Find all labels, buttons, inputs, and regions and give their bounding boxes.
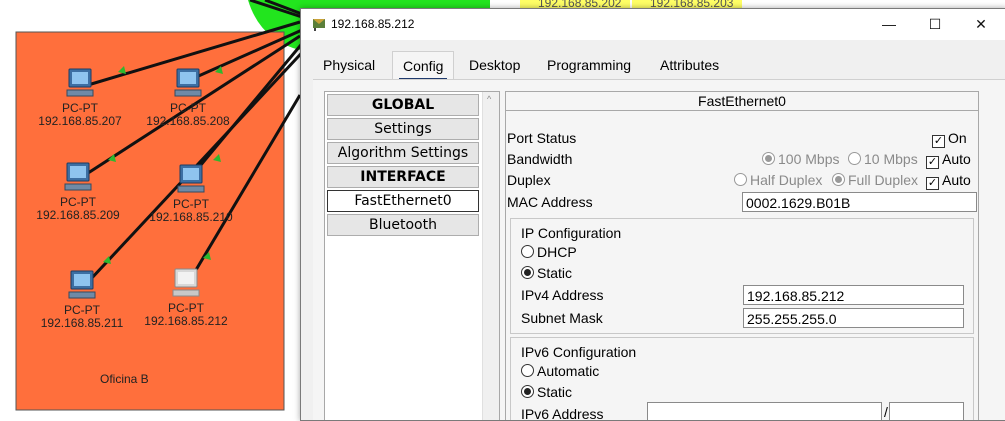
pc-icon	[68, 270, 96, 299]
checkbox-checked-icon: ✓	[926, 156, 939, 169]
duplex-auto-checkbox[interactable]: ✓ Auto	[926, 172, 971, 190]
bandwidth-auto-checkbox[interactable]: ✓ Auto	[926, 151, 971, 169]
pc-ip: 192.168.85.211	[40, 316, 124, 330]
pc-node[interactable]: PC-PT 192.168.85.207	[25, 68, 135, 128]
bandwidth-100-radio[interactable]: 100 Mbps	[762, 151, 839, 167]
menu-scrollbar[interactable]: ^	[482, 92, 499, 420]
ipv6-automatic-label: Automatic	[537, 363, 600, 379]
duplex-label: Duplex	[507, 172, 551, 188]
pc-node[interactable]: PC-PT 192.168.85.208	[133, 68, 243, 128]
maximize-button[interactable]: ☐	[912, 9, 958, 40]
radio-selected-icon	[521, 385, 534, 398]
menu-header-global: GLOBAL	[327, 94, 479, 116]
port-on-checkbox[interactable]: ✓ On	[932, 130, 967, 148]
tab-attributes[interactable]: Attributes	[650, 51, 730, 79]
minimize-button[interactable]: —	[866, 9, 912, 40]
radio-icon	[521, 245, 534, 258]
bandwidth-10-label: 10 Mbps	[864, 151, 918, 167]
full-duplex-radio[interactable]: Full Duplex	[832, 172, 918, 188]
scroll-up-icon[interactable]: ^	[487, 94, 491, 104]
subnet-mask-field[interactable]: 255.255.255.0	[743, 308, 964, 328]
radio-selected-icon	[521, 266, 534, 279]
pc-ip: 192.168.85.207	[38, 114, 122, 128]
mac-address-label: MAC Address	[507, 194, 593, 210]
checkbox-checked-icon: ✓	[926, 177, 939, 190]
office-label: Oficina B	[100, 372, 149, 386]
ipv6-automatic-radio[interactable]: Automatic	[521, 363, 599, 379]
config-menu: GLOBAL Settings Algorithm Settings INTER…	[324, 91, 500, 420]
pc-icon	[174, 68, 202, 97]
ip-configuration-group: IP Configuration DHCP Static IPv4 Addres…	[510, 218, 974, 334]
bandwidth-100-label: 100 Mbps	[778, 151, 840, 167]
static-label: Static	[537, 265, 573, 281]
pc-icon	[64, 162, 92, 191]
duplex-auto-label: Auto	[942, 172, 971, 188]
static-radio[interactable]: Static	[521, 265, 572, 281]
tab-physical[interactable]: Physical	[313, 51, 386, 79]
ipv4-address-field[interactable]: 192.168.85.212	[743, 285, 964, 305]
pc-ip: 192.168.85.212	[144, 314, 228, 328]
half-duplex-radio[interactable]: Half Duplex	[734, 172, 822, 188]
bandwidth-label: Bandwidth	[507, 151, 573, 167]
radio-icon	[734, 173, 747, 186]
subnet-mask-label: Subnet Mask	[521, 310, 603, 326]
bandwidth-auto-label: Auto	[942, 151, 971, 167]
pc-icon	[177, 164, 205, 193]
window-title: 192.168.85.212	[331, 17, 415, 31]
radio-icon	[832, 173, 845, 186]
pc-ip: 192.168.85.209	[36, 208, 120, 222]
port-on-label: On	[948, 130, 967, 146]
tab-desktop[interactable]: Desktop	[459, 51, 531, 79]
radio-icon	[762, 152, 775, 165]
tab-config[interactable]: Config	[392, 51, 455, 81]
ip-configuration-label: IP Configuration	[521, 225, 622, 241]
port-status-label: Port Status	[507, 130, 577, 146]
dhcp-label: DHCP	[537, 244, 577, 260]
interface-panel: FastEthernet0 Port Status ✓ On Bandwidth …	[505, 91, 979, 420]
ipv6-address-field[interactable]	[647, 402, 882, 420]
dhcp-radio[interactable]: DHCP	[521, 244, 577, 260]
pc-node-selected[interactable]: PC-PT 192.168.85.212	[131, 268, 241, 328]
menu-item-bluetooth[interactable]: Bluetooth	[327, 214, 479, 236]
ipv6-prefix-field[interactable]	[889, 402, 964, 420]
ipv6-prefix-separator: /	[884, 404, 888, 420]
pc-node[interactable]: PC-PT 192.168.85.209	[23, 162, 133, 222]
menu-item-settings[interactable]: Settings	[327, 118, 479, 140]
device-window: 192.168.85.212 — ☐ ✕ Physical Config Des…	[300, 8, 1005, 421]
menu-header-interface: INTERFACE	[327, 166, 479, 188]
interface-header: FastEthernet0	[506, 92, 978, 111]
half-duplex-label: Half Duplex	[750, 172, 823, 188]
pc-ip: 192.168.85.208	[146, 114, 230, 128]
tab-programming[interactable]: Programming	[537, 51, 642, 79]
pc-icon	[172, 268, 200, 297]
radio-icon	[848, 152, 861, 165]
mac-address-field[interactable]: 0002.1629.B01B	[742, 192, 977, 212]
full-duplex-label: Full Duplex	[848, 172, 919, 188]
ipv4-address-label: IPv4 Address	[521, 287, 604, 303]
radio-icon	[521, 364, 534, 377]
config-content: GLOBAL Settings Algorithm Settings INTER…	[313, 79, 1005, 420]
title-bar[interactable]: 192.168.85.212 — ☐ ✕	[301, 9, 1005, 40]
pc-icon	[66, 68, 94, 97]
ipv6-static-label: Static	[537, 384, 573, 400]
pc-node[interactable]: PC-PT 192.168.85.210	[136, 164, 246, 224]
pc-ip: 192.168.85.210	[149, 210, 233, 224]
menu-item-algorithm-settings[interactable]: Algorithm Settings	[327, 142, 479, 164]
ipv6-configuration-group: IPv6 Configuration Automatic Static IPv6…	[510, 337, 974, 420]
packet-tracer-icon	[313, 19, 325, 31]
pc-node[interactable]: PC-PT 192.168.85.211	[27, 270, 137, 330]
close-button[interactable]: ✕	[958, 9, 1004, 40]
ipv6-static-radio[interactable]: Static	[521, 384, 572, 400]
checkbox-checked-icon: ✓	[932, 135, 945, 148]
ipv6-configuration-label: IPv6 Configuration	[521, 344, 637, 360]
menu-item-fastethernet0[interactable]: FastEthernet0	[327, 190, 479, 212]
bandwidth-10-radio[interactable]: 10 Mbps	[848, 151, 918, 167]
tab-config-label: Config	[403, 58, 444, 74]
